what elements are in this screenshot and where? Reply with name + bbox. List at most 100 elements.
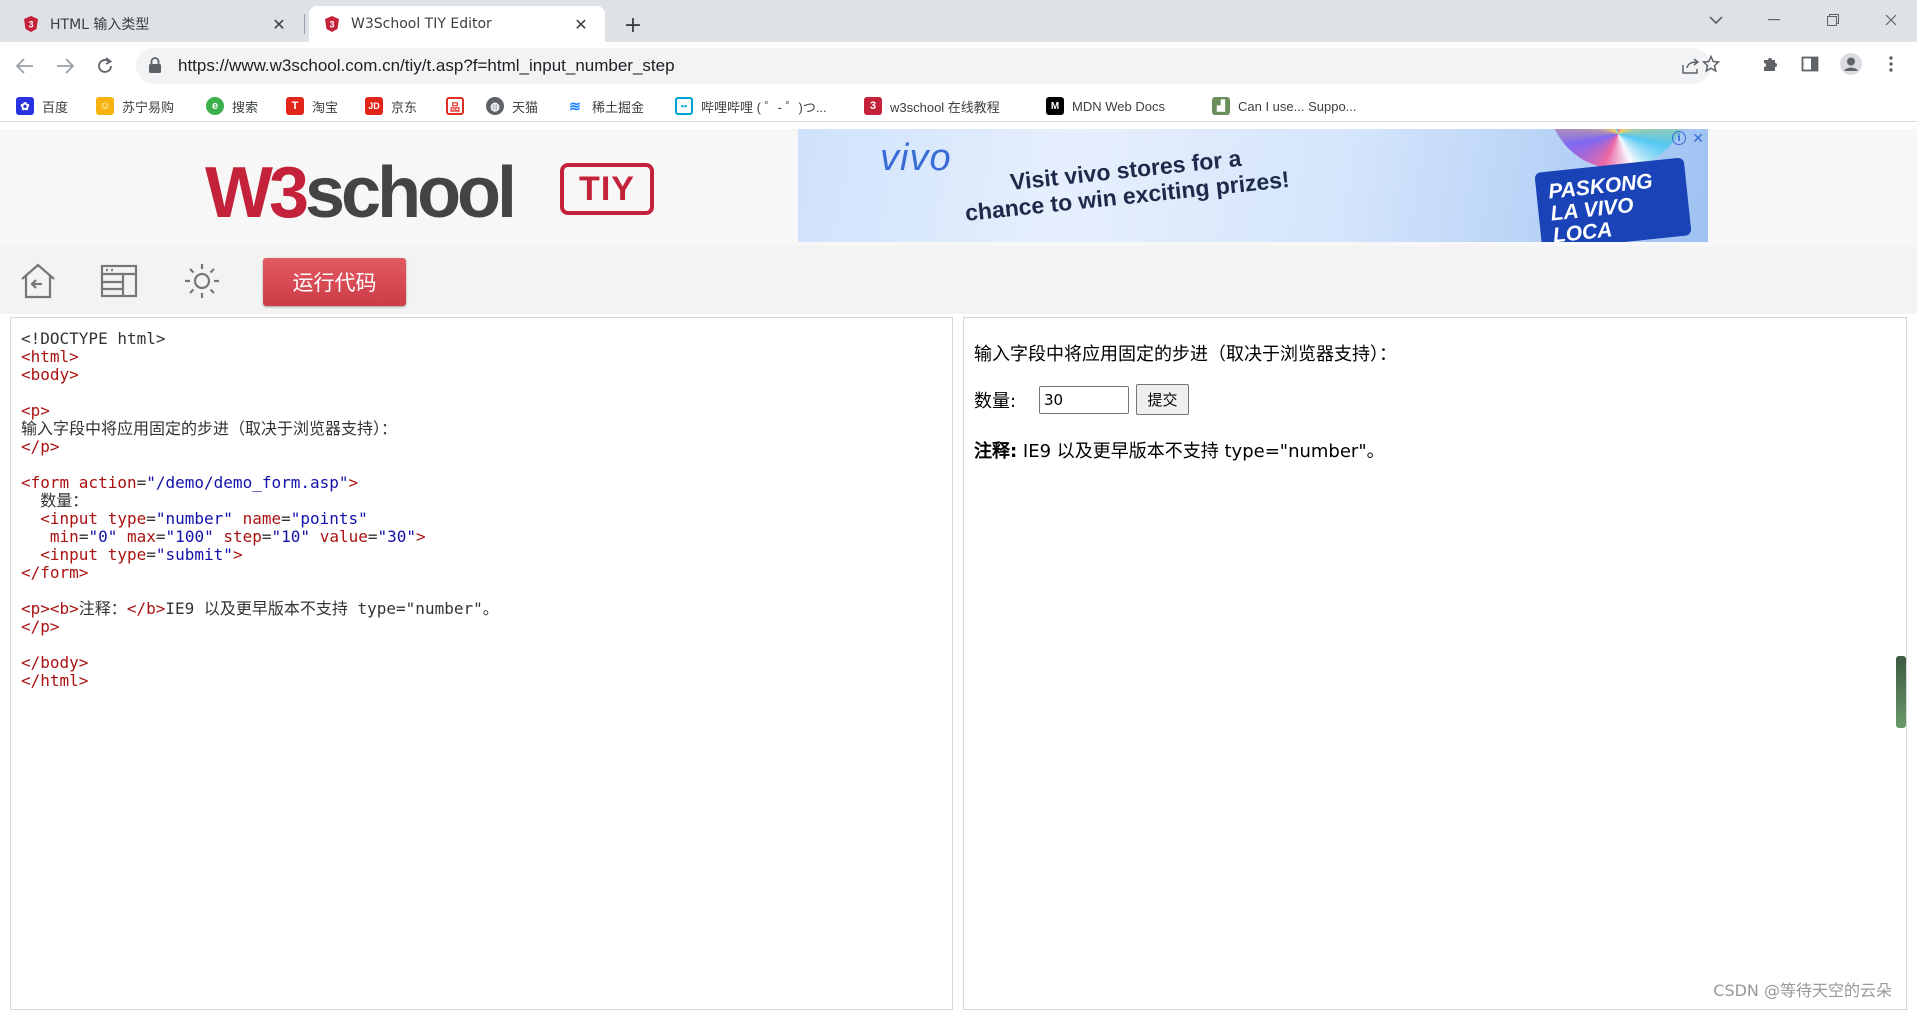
code-token: = — [261, 527, 272, 546]
code-token: </form> — [21, 563, 89, 582]
code-line: </p> — [21, 436, 499, 456]
tiy-toolbar: 运行代码 — [0, 246, 1917, 314]
code-token: = — [136, 473, 147, 492]
address-bar[interactable] — [136, 48, 1711, 84]
tab-search-chevron-icon[interactable] — [1690, 0, 1742, 40]
code-token: "30" — [377, 527, 417, 546]
side-panel-icon[interactable] — [1795, 49, 1825, 79]
bookmark-pinduoduo[interactable]: 品 — [446, 95, 472, 117]
run-code-button[interactable]: 运行代码 — [263, 258, 406, 306]
ad-close-icon[interactable]: ✕ — [1692, 131, 1704, 147]
bookmark-label: MDN Web Docs — [1072, 98, 1165, 114]
bookmark-label: 搜索 — [232, 99, 259, 115]
submit-button[interactable]: 提交 — [1136, 384, 1189, 415]
tab-tiy-editor[interactable]: 3 W3School TIY Editor ✕ — [309, 6, 605, 42]
code-token: value — [319, 527, 368, 546]
reload-icon[interactable] — [88, 49, 122, 83]
bookmark-label: 京东 — [391, 99, 418, 115]
w3school-logo[interactable]: W3school — [205, 157, 517, 229]
code-token: > — [348, 473, 359, 492]
code-token: 输入字段中将应用固定的步进（取决于浏览器支持）： — [21, 419, 398, 438]
juejin-icon: ≋ — [566, 97, 584, 115]
code-line: <html> — [21, 346, 499, 366]
bookmark-jd[interactable]: JD 京东 — [365, 95, 417, 117]
code-content[interactable]: <!DOCTYPE html> <html> <body> <p> 输入字段中将应用固… — [21, 328, 499, 690]
code-line: </html> — [21, 670, 499, 690]
extensions-puzzle-icon[interactable] — [1755, 49, 1785, 79]
bookmark-caniuse[interactable]: ▟ Can I use... Suppo... — [1212, 95, 1357, 117]
code-line: 输入字段中将应用固定的步进（取决于浏览器支持）： — [21, 418, 499, 438]
bookmark-bilibili[interactable]: ▪▪ 哔哩哔哩 ( ゜- ゜)つ... — [675, 95, 827, 117]
bookmarks-bar: ✿ 百度 ☺ 苏宁易购 e 搜索 T 淘宝 JD 京东 品 ◍ 天猫 ≋ 稀土掘… — [0, 90, 1917, 122]
code-line: <input type="submit"> — [21, 544, 499, 564]
bookmark-suning[interactable]: ☺ 苏宁易购 — [96, 95, 174, 117]
scrollbar-thumb[interactable] — [1896, 656, 1906, 728]
bookmark-search[interactable]: e 搜索 — [206, 95, 258, 117]
logo-w3: W3 — [205, 153, 309, 233]
bookmark-w3school[interactable]: 3 w3school 在线教程 — [864, 95, 1000, 117]
code-line: min="0" max="100" step="10" value="30"> — [21, 526, 499, 546]
profile-avatar-icon[interactable] — [1836, 49, 1866, 79]
jd-icon: JD — [365, 97, 383, 115]
code-line: <p><b>注释：</b>IE9 以及更早版本不支持 type="number"… — [21, 598, 499, 618]
bookmark-label: 稀土掘金 — [592, 99, 645, 115]
code-token: "submit" — [155, 545, 233, 564]
logo-school: school — [305, 153, 517, 233]
code-token: 注释： — [78, 599, 127, 618]
bookmark-star-icon[interactable] — [1696, 49, 1726, 79]
bookmark-label: 百度 — [42, 99, 69, 115]
code-editor[interactable]: <!DOCTYPE html> <html> <body> <p> 输入字段中将应用固… — [10, 317, 953, 1010]
tab-close-icon[interactable]: ✕ — [571, 14, 591, 34]
code-token: type — [107, 545, 147, 564]
minimize-window-icon[interactable] — [1748, 0, 1800, 40]
caniuse-icon: ▟ — [1212, 97, 1230, 115]
result-pane: 输入字段中将应用固定的步进（取决于浏览器支持）： 数量: 提交 注释: IE9 … — [963, 317, 1907, 1010]
layout-toggle-icon[interactable] — [97, 260, 141, 302]
code-line: <input type="number" name="points" — [21, 508, 499, 528]
tab-title: W3School TIY Editor — [351, 16, 492, 32]
bookmark-mdn[interactable]: M MDN Web Docs — [1046, 95, 1165, 117]
tab-html-input-types[interactable]: 3 HTML 输入类型 ✕ — [8, 6, 303, 42]
ad-brand: vivo — [880, 137, 952, 179]
address-input[interactable] — [176, 48, 1576, 84]
forward-arrow-icon[interactable] — [48, 49, 82, 83]
browser-toolbar — [0, 42, 1917, 90]
note-text: IE9 以及更早版本不支持 type="number"。 — [1017, 441, 1385, 462]
quantity-number-input[interactable] — [1039, 386, 1129, 414]
bookmark-label: 苏宁易购 — [122, 99, 175, 115]
globe-icon: ◍ — [486, 97, 504, 115]
ad-info-icon[interactable]: i — [1672, 131, 1686, 145]
code-line: </form> — [21, 562, 499, 582]
site-banner: W3school TIY vivo Visit vivo stores for … — [0, 129, 1917, 246]
new-tab-button[interactable]: + — [618, 10, 648, 40]
code-line: <form action="/demo/demo_form.asp"> — [21, 472, 499, 492]
home-icon[interactable] — [16, 260, 60, 302]
search-engine-icon: e — [206, 97, 224, 115]
bookmark-tmall[interactable]: ◍ 天猫 — [486, 95, 538, 117]
baidu-icon: ✿ — [16, 97, 34, 115]
code-line: <!DOCTYPE html> — [21, 328, 499, 348]
restore-window-icon[interactable] — [1807, 0, 1859, 40]
close-window-icon[interactable] — [1865, 0, 1917, 40]
tab-separator — [304, 14, 305, 34]
csdn-watermark: CSDN @等待天空的云朵 — [1713, 981, 1892, 1000]
pinduoduo-icon: 品 — [446, 97, 464, 115]
bookmark-taobao[interactable]: T 淘宝 — [286, 95, 338, 117]
tab-close-icon[interactable]: ✕ — [269, 14, 289, 34]
bookmark-label: Can I use... Suppo... — [1238, 98, 1357, 114]
code-line: 数量： — [21, 490, 499, 510]
advertisement-banner[interactable]: vivo Visit vivo stores for a chance to w… — [798, 129, 1708, 242]
w3school-favicon-icon: 3 — [24, 16, 38, 32]
code-line: </p> — [21, 616, 499, 636]
theme-sun-icon[interactable] — [180, 260, 224, 302]
back-arrow-icon[interactable] — [8, 49, 42, 83]
code-token: </b> — [126, 599, 166, 618]
more-menu-icon[interactable] — [1876, 49, 1906, 79]
code-token: IE9 以及更早版本不支持 type="number"。 — [165, 599, 499, 618]
lock-icon — [149, 57, 161, 73]
bookmark-baidu[interactable]: ✿ 百度 — [16, 95, 68, 117]
bookmark-juejin[interactable]: ≋ 稀土掘金 — [566, 95, 644, 117]
tiy-badge: TIY — [560, 163, 654, 215]
